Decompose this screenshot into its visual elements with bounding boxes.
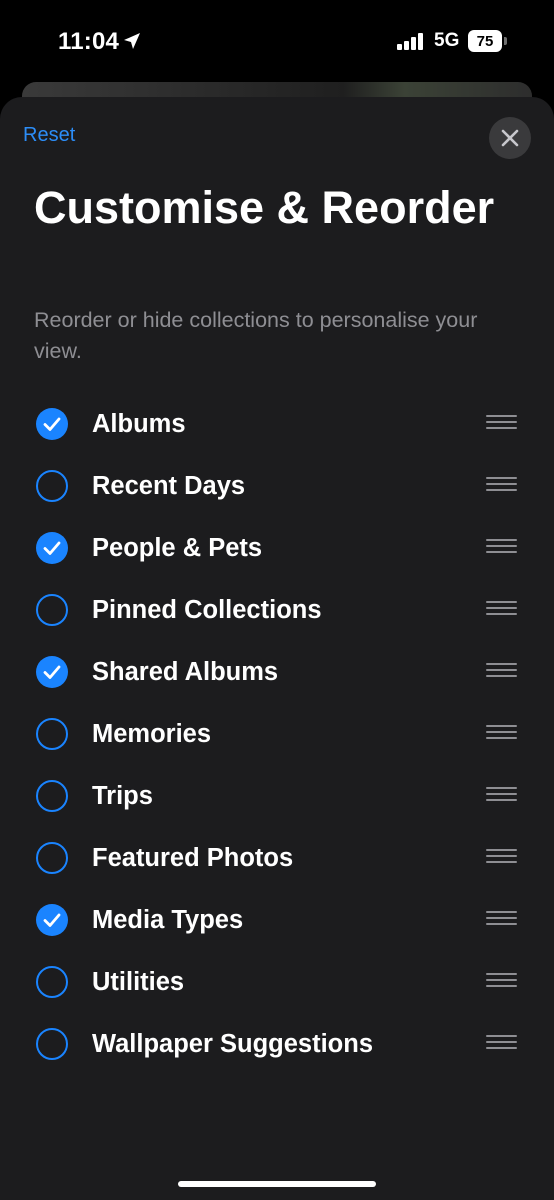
page-title: Customise & Reorder [34, 182, 495, 233]
reorder-handle-icon[interactable] [486, 663, 517, 681]
collection-row[interactable]: Memories [0, 703, 554, 765]
reorder-handle-icon[interactable] [486, 787, 517, 805]
network-type: 5G [434, 30, 460, 51]
checked-circle-icon[interactable] [36, 656, 68, 688]
reorder-handle-icon[interactable] [486, 477, 517, 495]
collection-label: Wallpaper Suggestions [92, 1030, 374, 1058]
checkmark-icon [43, 541, 61, 555]
status-bar: 11:04 5G 75 [0, 0, 554, 84]
unchecked-circle-icon[interactable] [36, 718, 68, 750]
collection-label: Pinned Collections [92, 596, 322, 624]
reset-button[interactable]: Reset [23, 124, 75, 147]
home-indicator[interactable] [178, 1181, 376, 1187]
checked-circle-icon[interactable] [36, 408, 68, 440]
checkmark-icon [43, 665, 61, 679]
reorder-handle-icon[interactable] [486, 539, 517, 557]
unchecked-circle-icon[interactable] [36, 966, 68, 998]
collection-row[interactable]: Shared Albums [0, 641, 554, 703]
checked-circle-icon[interactable] [36, 532, 68, 564]
collection-label: Utilities [92, 968, 185, 996]
collection-label: Trips [92, 782, 153, 810]
close-button[interactable] [489, 117, 531, 159]
status-time: 11:04 [58, 28, 120, 55]
battery-level: 75 [468, 30, 502, 52]
collection-label: Albums [92, 410, 186, 438]
unchecked-circle-icon[interactable] [36, 780, 68, 812]
collection-row[interactable]: Wallpaper Suggestions [0, 1013, 554, 1075]
reorder-handle-icon[interactable] [486, 973, 517, 991]
close-icon [501, 129, 519, 147]
reorder-handle-icon[interactable] [486, 849, 517, 867]
checkmark-icon [43, 913, 61, 927]
collection-row[interactable]: Recent Days [0, 455, 554, 517]
collection-label: Memories [92, 720, 212, 748]
unchecked-circle-icon[interactable] [36, 842, 68, 874]
collection-row[interactable]: Featured Photos [0, 827, 554, 889]
reorder-handle-icon[interactable] [486, 601, 517, 619]
collection-row[interactable]: Media Types [0, 889, 554, 951]
battery-icon: 75 [468, 30, 510, 52]
collection-label: Recent Days [92, 472, 246, 500]
unchecked-circle-icon[interactable] [36, 470, 68, 502]
location-arrow-icon [124, 33, 140, 49]
collection-row[interactable]: Utilities [0, 951, 554, 1013]
customise-sheet: Reset Customise & Reorder Reorder or hid… [0, 97, 554, 1200]
page-subtitle: Reorder or hide collections to personali… [34, 308, 478, 363]
collection-label: Shared Albums [92, 658, 279, 686]
battery-cap [504, 37, 507, 45]
cellular-signal-icon [397, 33, 423, 50]
collection-row[interactable]: Albums [0, 393, 554, 455]
reorder-handle-icon[interactable] [486, 725, 517, 743]
collection-label: People & Pets [92, 534, 263, 562]
collection-list: Albums Recent Days People & Pets Pinned Col… [0, 393, 554, 1075]
reorder-handle-icon[interactable] [486, 1035, 517, 1053]
collection-row[interactable]: Trips [0, 765, 554, 827]
unchecked-circle-icon[interactable] [36, 594, 68, 626]
collection-row[interactable]: Pinned Collections [0, 579, 554, 641]
unchecked-circle-icon[interactable] [36, 1028, 68, 1060]
collection-label: Media Types [92, 906, 244, 934]
collection-row[interactable]: People & Pets [0, 517, 554, 579]
checked-circle-icon[interactable] [36, 904, 68, 936]
collection-label: Featured Photos [92, 844, 294, 872]
checkmark-icon [43, 417, 61, 431]
reorder-handle-icon[interactable] [486, 415, 517, 433]
reorder-handle-icon[interactable] [486, 911, 517, 929]
